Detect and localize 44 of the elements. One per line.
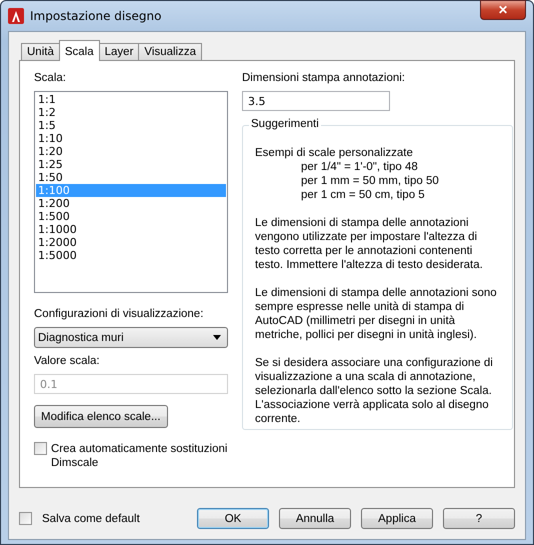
list-item[interactable]: 1:25 bbox=[36, 158, 226, 171]
hint-paragraph: Se si desidera associare una configurazione di visualizzazione a una scala di annotazione, selezionarla dall'elenco sotto la sezione Scala. L'associazione verrà applicata solo al disegno corrente. bbox=[255, 356, 494, 426]
display-config-dropdown[interactable]: Diagnostica muri bbox=[34, 327, 228, 348]
annotation-size-field[interactable]: 3.5 bbox=[242, 91, 390, 111]
hint-text: per 1/4" = 1'-0", tipo 48 bbox=[301, 160, 419, 174]
scale-list[interactable]: 1:1 1:2 1:5 1:10 1:20 1:25 1:50 1:100 1:200 1:500 1:1000 1:2000 1:5000 bbox=[34, 91, 228, 293]
dialog-button[interactable]: Annulla bbox=[279, 508, 351, 529]
edit-scales-button[interactable]: Modifica elenco scale... bbox=[34, 405, 168, 428]
annotation-size-label: Dimensioni stampa annotazioni: bbox=[242, 71, 406, 85]
app-logo-icon bbox=[8, 8, 24, 24]
hint-paragraph: Le dimensioni di stampa delle annotazioni vengono utilizzate per impostare l'altezza di testo corretta per le annotazioni contenenti testo. Immettere l'altezza di testo desiderata. bbox=[255, 216, 484, 272]
list-item[interactable]: 1:200 bbox=[36, 197, 226, 210]
scale-label: Scala: bbox=[34, 71, 67, 85]
checkbox[interactable] bbox=[19, 512, 32, 525]
dialog-button[interactable]: OK bbox=[197, 508, 269, 529]
hint-text: per 1 mm = 50 mm, tipo 50 bbox=[301, 174, 440, 188]
list-item[interactable]: 1:2000 bbox=[36, 236, 226, 249]
list-item[interactable]: 1:50 bbox=[36, 171, 226, 184]
tab[interactable]: Unità bbox=[21, 43, 60, 60]
hint-paragraph: Le dimensioni di stampa delle annotazioni sono sempre espresse nelle unità di stampa di AutoCAD (millimetri per disegni in unità metriche, pollici per disegni in unità inglesi). bbox=[255, 286, 498, 342]
dialog-button[interactable]: Applica bbox=[361, 508, 433, 529]
list-item[interactable]: 1:1000 bbox=[36, 223, 226, 236]
group-title: Suggerimenti bbox=[249, 118, 321, 130]
checkbox-label: Crea automaticamente sostituzioni Dimscale bbox=[51, 442, 228, 470]
scale-value-label: Valore scala: bbox=[34, 354, 101, 368]
list-item[interactable]: 1:1 bbox=[36, 93, 226, 106]
list-item[interactable]: 1:10 bbox=[36, 132, 226, 145]
list-item[interactable]: 1:5000 bbox=[36, 249, 226, 262]
hint-text: Esempi di scale personalizzate bbox=[255, 146, 414, 160]
close-button[interactable]: ✕ bbox=[480, 0, 526, 20]
display-config-label: Configurazioni di visualizzazione: bbox=[34, 307, 204, 321]
hint-text: per 1 cm = 50 cm, tipo 5 bbox=[301, 188, 426, 202]
caret-icon bbox=[213, 335, 221, 340]
tab[interactable]: Visualizza bbox=[138, 43, 202, 60]
checkbox[interactable] bbox=[34, 442, 47, 455]
tab[interactable]: Layer bbox=[98, 43, 140, 60]
tab[interactable]: Scala bbox=[58, 40, 100, 61]
list-item[interactable]: 1:500 bbox=[36, 210, 226, 223]
window-title: Impostazione disegno bbox=[30, 9, 162, 23]
list-item[interactable]: 1:2 bbox=[36, 106, 226, 119]
list-item[interactable]: 1:5 bbox=[36, 119, 226, 132]
list-item[interactable]: 1:20 bbox=[36, 145, 226, 158]
dialog-button[interactable]: ? bbox=[443, 508, 515, 529]
checkbox-label: Salva come default bbox=[42, 512, 141, 526]
